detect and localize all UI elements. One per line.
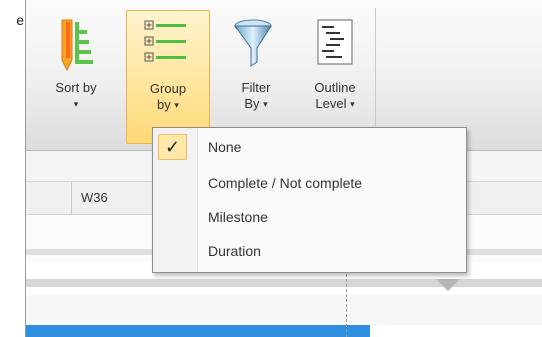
week-column-label: W36 (71, 182, 131, 214)
task-bar[interactable] (26, 325, 370, 337)
menu-item-label: None (208, 139, 242, 155)
filter-by-button[interactable]: Filter By ▾ (223, 10, 289, 142)
group-by-button[interactable]: Group by ▾ (126, 10, 210, 144)
group-by-menu: ✓ None Complete / Not complete Milestone… (152, 127, 467, 273)
group-by-label-line2: by (157, 97, 171, 112)
menu-item-label: Milestone (208, 209, 268, 225)
gantt-row (26, 295, 542, 325)
menu-item-duration[interactable]: Duration (153, 234, 466, 268)
group-by-label-line1: Group (149, 81, 187, 96)
outline-level-label-line2: Level (315, 96, 347, 111)
summary-bar[interactable] (26, 279, 542, 287)
menu-item-label: Complete / Not complete (208, 175, 363, 191)
filter-by-label-line1: Filter (241, 80, 271, 95)
app-window: Sort by ▾ Group by ▾ Filter By ▾ Outline… (25, 0, 542, 337)
ribbon-separator (375, 8, 376, 146)
summary-end-marker-icon (436, 279, 460, 291)
sort-by-label: Sort by (55, 80, 97, 95)
outline-level-button[interactable]: Outline Level ▾ (300, 10, 370, 142)
sort-by-button[interactable]: Sort by ▾ (42, 10, 110, 142)
funnel-icon (223, 14, 289, 74)
chevron-down-icon: ▾ (73, 99, 79, 109)
chevron-down-icon: ▾ (263, 99, 268, 109)
outline-document-icon (300, 14, 370, 74)
chevron-down-icon: ▾ (350, 99, 355, 109)
menu-item-milestone[interactable]: Milestone (153, 200, 466, 234)
truncated-text: e (16, 12, 24, 28)
sort-icon (42, 14, 110, 74)
menu-item-label: Duration (208, 243, 261, 259)
menu-item-none[interactable]: ✓ None (153, 130, 466, 164)
filter-by-label-line2: By (244, 96, 260, 111)
chevron-down-icon: ▾ (174, 100, 179, 110)
outline-level-label-line1: Outline (314, 80, 356, 95)
checkmark-icon: ✓ (158, 134, 187, 160)
menu-item-complete-not-complete[interactable]: Complete / Not complete (153, 166, 466, 200)
group-list-icon (127, 15, 209, 75)
